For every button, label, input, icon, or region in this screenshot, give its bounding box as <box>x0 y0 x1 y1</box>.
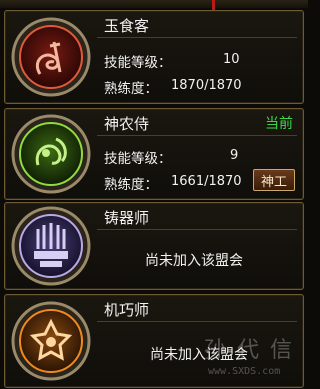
watermark-glyphs: 孙 代 信 <box>204 338 294 363</box>
profession-card-gourmet[interactable]: 玉食客 技能等级： 10 熟练度： 1870/1870 <box>4 10 304 104</box>
proficiency-value: 1661/1870 <box>171 174 242 189</box>
not-joined-message: 尚未加入该盟会 <box>145 253 243 269</box>
divine-craft-button[interactable]: 神工 <box>253 169 295 191</box>
profession-name: 机巧师 <box>104 301 150 319</box>
watermark-url: www.SXDS.com <box>208 366 281 377</box>
proficiency-label: 熟练度： <box>104 81 158 97</box>
divider <box>97 321 297 322</box>
gourmet-emblem-icon <box>10 16 92 98</box>
skill-level-label: 技能等级： <box>104 55 172 71</box>
skill-level-value: 9 <box>230 148 239 163</box>
mechanic-emblem-icon <box>10 300 92 382</box>
skill-level-label: 技能等级： <box>104 151 172 167</box>
herbalist-emblem-icon <box>10 113 92 195</box>
profession-name: 神农侍 <box>104 115 150 133</box>
profession-card-herbalist[interactable]: 神农侍 当前 技能等级： 9 熟练度： 1661/1870 神工 <box>4 108 304 200</box>
divider <box>97 229 297 230</box>
divider <box>97 135 297 136</box>
site-watermark: 孙 代 信 www.SXDS.com <box>196 330 306 388</box>
top-bar <box>0 0 308 14</box>
proficiency-value: 1870/1870 <box>171 78 242 93</box>
skill-level-value: 10 <box>223 52 240 67</box>
profession-name: 铸器师 <box>104 209 150 227</box>
proficiency-label: 熟练度： <box>104 177 158 193</box>
profession-name: 玉食客 <box>104 17 150 35</box>
divider <box>97 37 297 38</box>
current-status-badge: 当前 <box>265 116 293 132</box>
forge-emblem-icon <box>10 205 92 287</box>
profession-card-forger[interactable]: 铸器师 尚未加入该盟会 <box>4 202 304 290</box>
